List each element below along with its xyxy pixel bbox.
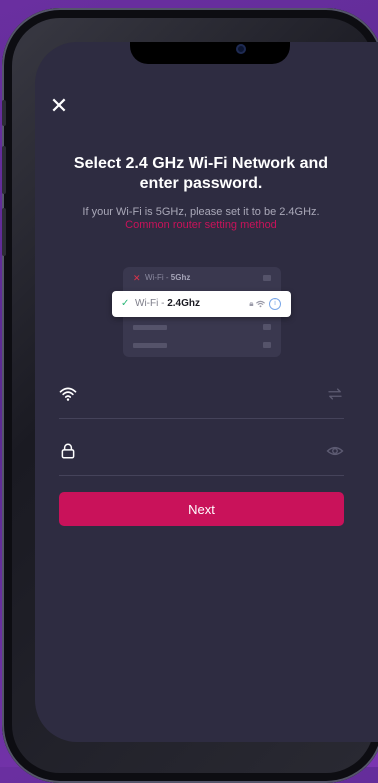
app-screen: ✕ Select 2.4 GHz Wi-Fi Network and enter… [35, 42, 378, 742]
wifi-name-field [59, 373, 344, 419]
close-button[interactable]: ✕ [47, 94, 71, 118]
notch [130, 42, 290, 64]
wifi-prefix: Wi-Fi - [145, 273, 171, 282]
router-setting-link[interactable]: Common router setting method [55, 219, 347, 232]
network-24ghz-label: 2.4Ghz [167, 298, 201, 309]
frequency-hint: If your Wi-Fi is 5GHz, please set it to … [82, 206, 320, 218]
placeholder-square [263, 275, 271, 281]
lock-icon [61, 443, 75, 459]
close-icon: ✕ [49, 93, 69, 118]
wifi-icon [59, 387, 77, 401]
wifi-prefix: Wi-Fi - [135, 298, 168, 309]
camera-icon [236, 44, 246, 54]
volume-up-button [2, 146, 6, 194]
phone-frame: ✕ Select 2.4 GHz Wi-Fi Network and enter… [2, 8, 378, 783]
cross-icon: ✕ [133, 273, 141, 283]
info-icon: i [269, 297, 281, 310]
field-divider [59, 475, 344, 476]
wifi-name-input[interactable] [87, 383, 311, 407]
placeholder-bar [133, 343, 167, 348]
network-24ghz-card: ✓ Wi-Fi - 2.4Ghz 🔒︎ i [112, 291, 291, 317]
field-divider [59, 418, 344, 419]
volume-down-button [2, 208, 6, 256]
switch-network-icon[interactable] [326, 385, 344, 403]
network-5ghz-label: 5Ghz [170, 273, 191, 282]
network-5ghz-row: ✕ Wi-Fi - 5Ghz [123, 271, 281, 285]
lock-small-icon: 🔒︎ [249, 299, 254, 308]
placeholder-bar [133, 325, 167, 330]
placeholder-square [263, 342, 271, 348]
next-button[interactable]: Next [59, 492, 344, 526]
password-field [59, 430, 344, 476]
password-input[interactable] [87, 440, 311, 464]
placeholder-square [263, 324, 271, 330]
wifi-small-icon [255, 300, 265, 308]
check-icon: ✓ [121, 298, 130, 309]
eye-icon[interactable] [326, 442, 344, 460]
mute-switch [2, 100, 6, 126]
page-title: Select 2.4 GHz Wi-Fi Network and enter p… [73, 155, 329, 192]
